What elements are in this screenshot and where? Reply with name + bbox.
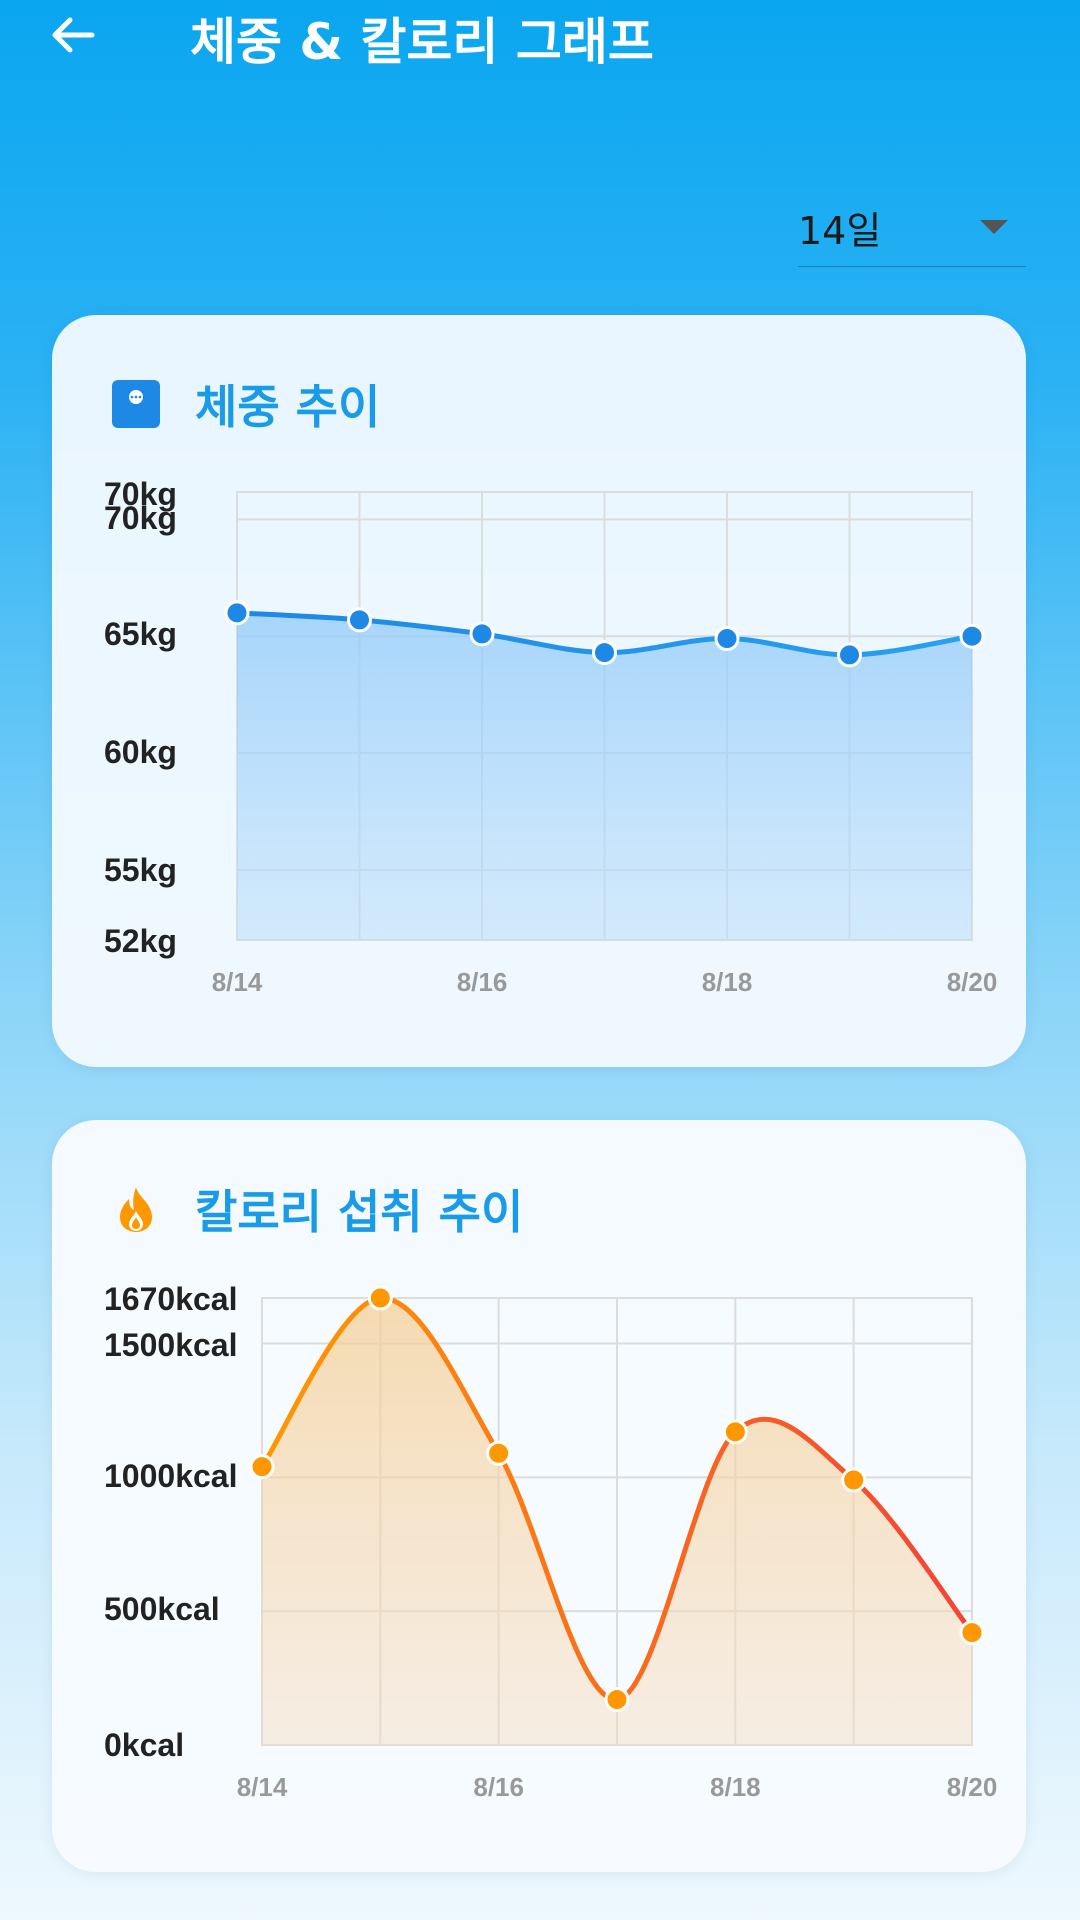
y-tick-label: 0kcal	[104, 1727, 184, 1763]
y-tick-label: 52kg	[104, 923, 177, 959]
y-tick-label: 60kg	[104, 734, 177, 770]
data-point	[841, 1467, 867, 1493]
app-bar: 체중 & 칼로리 그래프	[0, 0, 1080, 80]
x-tick-label: 8/18	[702, 967, 753, 997]
x-tick-label: 8/14	[212, 967, 263, 997]
data-point	[604, 1686, 630, 1712]
data-point	[959, 1620, 985, 1646]
data-point	[367, 1285, 393, 1311]
y-tick-label: 500kcal	[104, 1591, 220, 1627]
y-tick-label: 70kg	[104, 500, 177, 536]
weight-card: 체중 추이 70kg 70kg 65kg 60kg 55kg 52kg 8/14 8/16 8/…	[52, 315, 1026, 1067]
y-tick-label: 1500kcal	[104, 1327, 237, 1363]
x-tick-label: 8/18	[710, 1772, 761, 1802]
x-tick-label: 8/14	[237, 1772, 288, 1802]
data-point	[837, 642, 862, 668]
data-point	[224, 600, 250, 626]
calorie-chart: 1670kcal 1500kcal 1000kcal 500kcal 0kcal 8/14…	[104, 1281, 998, 1802]
calorie-card: 칼로리 섭취 추이 1670kcal 1500kcal 1000kcal 500kca…	[52, 1120, 1026, 1872]
page-title: 체중 & 칼로리 그래프	[190, 13, 654, 71]
y-tick-label: 1000kcal	[104, 1458, 237, 1494]
period-value: 14일	[798, 209, 882, 253]
x-tick-label: 8/16	[457, 967, 508, 997]
x-tick-label: 8/16	[473, 1772, 524, 1802]
data-point	[469, 621, 495, 647]
x-tick-label: 8/20	[947, 1772, 998, 1802]
data-point	[486, 1440, 512, 1466]
data-point	[249, 1454, 275, 1480]
period-dropdown[interactable]: 14일	[798, 196, 1026, 267]
y-tick-label: 1670kcal	[104, 1281, 237, 1317]
arrow-left-icon[interactable]	[48, 10, 98, 60]
y-tick-label: 65kg	[104, 616, 177, 652]
data-point	[722, 1419, 748, 1445]
y-tick-label: 55kg	[104, 852, 177, 888]
data-point	[959, 623, 985, 649]
data-point	[347, 607, 372, 633]
x-tick-label: 8/20	[947, 967, 998, 997]
weight-chart: 70kg70kg65kg60kg55kg52kg8/14 8/16 8/18 8/20	[104, 476, 998, 997]
data-point	[714, 626, 740, 652]
data-point	[592, 640, 617, 666]
dropdown-arrow-icon	[980, 220, 1008, 234]
